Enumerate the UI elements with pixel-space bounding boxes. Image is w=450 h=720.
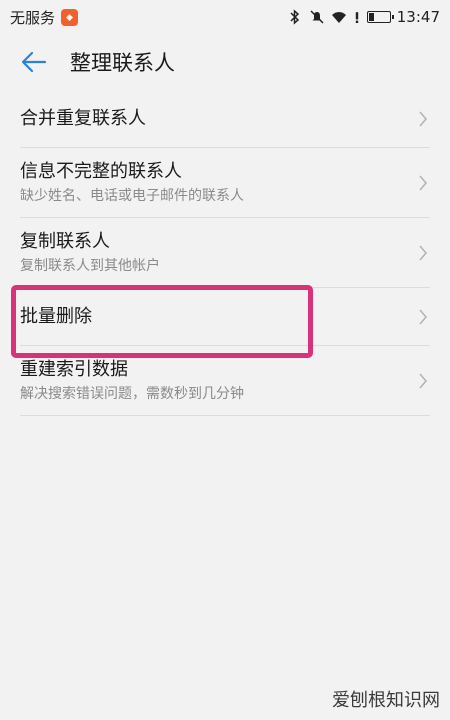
carrier-app-icon <box>61 8 79 26</box>
back-arrow-icon <box>21 51 47 73</box>
page-title: 整理联系人 <box>70 51 175 75</box>
chevron-right-icon <box>419 245 428 261</box>
chevron-right-icon <box>419 175 428 191</box>
menu-item-title: 复制联系人 <box>20 231 110 252</box>
menu-item-title: 重建索引数据 <box>20 359 128 380</box>
status-bar-right: 13:47 <box>287 8 440 26</box>
watermark-text: 爱刨根知识网 <box>332 690 440 711</box>
watermark: 爱刨根知识网 <box>332 686 440 712</box>
chevron-right-icon <box>419 309 428 325</box>
status-bar-left: 无服务 <box>10 7 79 28</box>
menu-item-title: 信息不完整的联系人 <box>20 161 182 182</box>
title-bar: 整理联系人 <box>0 34 450 90</box>
menu-list: 合并重复联系人 信息不完整的联系人 缺少姓名、电话或电子邮件的联系人 复制联系人… <box>0 90 450 416</box>
status-time: 13:47 <box>396 8 440 26</box>
mute-icon <box>310 10 324 24</box>
battery-icon <box>366 11 394 23</box>
menu-item-subtitle: 缺少姓名、电话或电子邮件的联系人 <box>20 188 244 204</box>
menu-item-subtitle: 复制联系人到其他帐户 <box>20 258 160 274</box>
carrier-label: 无服务 <box>10 8 56 27</box>
back-button[interactable] <box>18 46 50 78</box>
menu-item-merge-duplicates[interactable]: 合并重复联系人 <box>0 90 450 148</box>
menu-item-incomplete-contacts[interactable]: 信息不完整的联系人 缺少姓名、电话或电子邮件的联系人 <box>0 148 450 218</box>
status-bar: 无服务 13:47 <box>0 0 450 34</box>
bluetooth-icon <box>290 9 299 25</box>
menu-item-title: 合并重复联系人 <box>20 108 146 129</box>
chevron-right-icon <box>419 373 428 389</box>
chevron-right-icon <box>419 111 428 127</box>
menu-item-subtitle: 解决搜索错误问题，需数秒到几分钟 <box>20 386 244 402</box>
wifi-icon <box>331 12 346 23</box>
highlight-annotation <box>11 285 313 358</box>
menu-item-copy-contacts[interactable]: 复制联系人 复制联系人到其他帐户 <box>0 218 450 288</box>
alert-icon <box>355 12 358 23</box>
